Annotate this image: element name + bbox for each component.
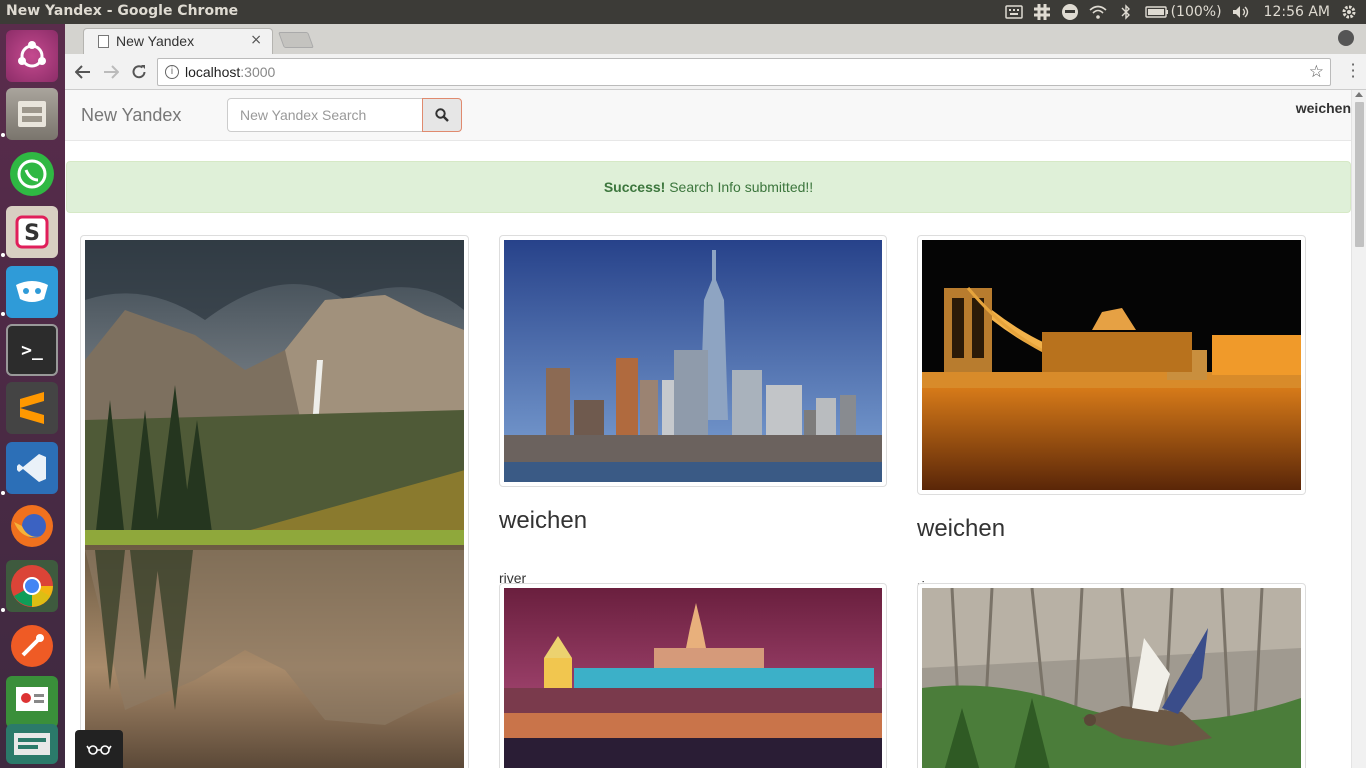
image-card[interactable]: [499, 235, 887, 487]
browser-tab[interactable]: New Yandex ×: [83, 28, 273, 54]
launcher-pip: [1, 253, 5, 257]
image-card[interactable]: [80, 235, 469, 768]
vscode-icon[interactable]: [6, 442, 58, 494]
wifi-icon[interactable]: [1089, 3, 1107, 21]
system-tray: (100%) 12:56 AM: [1004, 0, 1358, 24]
site-brand[interactable]: New Yandex: [81, 105, 181, 126]
search-icon: [435, 108, 449, 122]
success-alert: Success! Search Info submitted!!: [66, 161, 1351, 213]
new-tab-button[interactable]: [278, 32, 314, 48]
url-port: :3000: [240, 64, 276, 80]
keyboard-icon[interactable]: [1004, 3, 1023, 21]
slack-icon[interactable]: S: [6, 206, 58, 258]
image-card[interactable]: [917, 583, 1306, 768]
terminal-icon[interactable]: >_: [6, 324, 58, 376]
profile-icon[interactable]: [1338, 30, 1354, 46]
libreoffice-impress-icon[interactable]: [6, 676, 58, 728]
card-title: weichen: [917, 515, 1006, 542]
firefox-icon[interactable]: [6, 500, 58, 552]
tab-title: New Yandex: [116, 33, 195, 49]
clock[interactable]: 12:56 AM: [1264, 4, 1330, 20]
app-launcher: S >_: [0, 24, 65, 768]
search-input[interactable]: [227, 98, 423, 132]
window-title: New Yandex - Google Chrome: [6, 3, 239, 19]
glasses-icon: [86, 745, 112, 755]
alert-message: Search Info submitted!!: [669, 179, 814, 195]
image-card[interactable]: [499, 583, 887, 768]
chrome-icon[interactable]: [6, 560, 58, 612]
image-card[interactable]: [917, 235, 1306, 495]
volume-icon[interactable]: [1232, 3, 1250, 21]
gallery-image: [504, 588, 882, 768]
scrollbar-thumb[interactable]: [1355, 102, 1364, 247]
ubuntu-dash-icon[interactable]: [6, 30, 58, 82]
page-scrollbar[interactable]: [1351, 90, 1366, 768]
extension-badge[interactable]: [75, 730, 123, 768]
gallery-image: [922, 240, 1301, 490]
site-navbar: New Yandex weichen: [65, 90, 1351, 141]
postman-icon[interactable]: [6, 620, 58, 672]
browser-toolbar: i localhost:3000 ☆ · · ·: [65, 54, 1366, 90]
gallery-image: [504, 240, 882, 482]
gallery-image: [922, 587, 1301, 768]
reload-button[interactable]: [128, 61, 150, 83]
bluetooth-icon[interactable]: [1117, 3, 1135, 21]
app-icon[interactable]: [6, 724, 58, 764]
address-bar[interactable]: i localhost:3000 ☆: [157, 58, 1331, 86]
nav-username[interactable]: weichen: [1296, 100, 1351, 116]
battery-percent: (100%): [1170, 4, 1222, 20]
bookmark-star-icon[interactable]: ☆: [1309, 62, 1324, 82]
files-icon[interactable]: [6, 88, 58, 140]
svg-text:S: S: [24, 221, 40, 246]
page-viewport: New Yandex weichen Success! Search Info …: [65, 90, 1351, 768]
forward-button[interactable]: [100, 61, 122, 83]
back-button[interactable]: [72, 61, 94, 83]
url-text: localhost:3000: [185, 64, 275, 80]
slack-tray-icon[interactable]: [1033, 3, 1051, 21]
sublime-text-icon[interactable]: [6, 382, 58, 434]
browser-menu-icon[interactable]: · · ·: [1350, 57, 1356, 85]
alert-strong: Success!: [603, 179, 666, 195]
battery-icon: [1144, 6, 1168, 18]
battery-indicator[interactable]: (100%): [1144, 4, 1222, 20]
launcher-pip: [1, 608, 5, 612]
card-title: weichen: [499, 507, 588, 534]
tab-close-button[interactable]: ×: [250, 32, 262, 48]
scroll-up-arrow-icon[interactable]: [1355, 92, 1363, 97]
launcher-pip: [1, 133, 5, 137]
settings-gear-icon[interactable]: [1340, 3, 1358, 21]
gallery-image: [85, 240, 465, 768]
page-icon: [98, 35, 109, 48]
launcher-pip: [1, 491, 5, 495]
url-host: localhost: [185, 64, 241, 80]
system-top-panel: New Yandex - Google Chrome (100%) 12:56 …: [0, 0, 1366, 24]
search-button[interactable]: [422, 98, 462, 132]
launcher-pip: [1, 312, 5, 316]
gitkraken-tray-icon[interactable]: [1061, 3, 1079, 21]
site-info-icon[interactable]: i: [165, 65, 179, 79]
browser-window: New Yandex × i localhost:3000 ☆ · · · New …: [65, 24, 1366, 768]
gitkraken-icon[interactable]: [6, 266, 58, 318]
whatsapp-icon[interactable]: [6, 148, 58, 200]
tab-strip: New Yandex ×: [65, 24, 1366, 54]
